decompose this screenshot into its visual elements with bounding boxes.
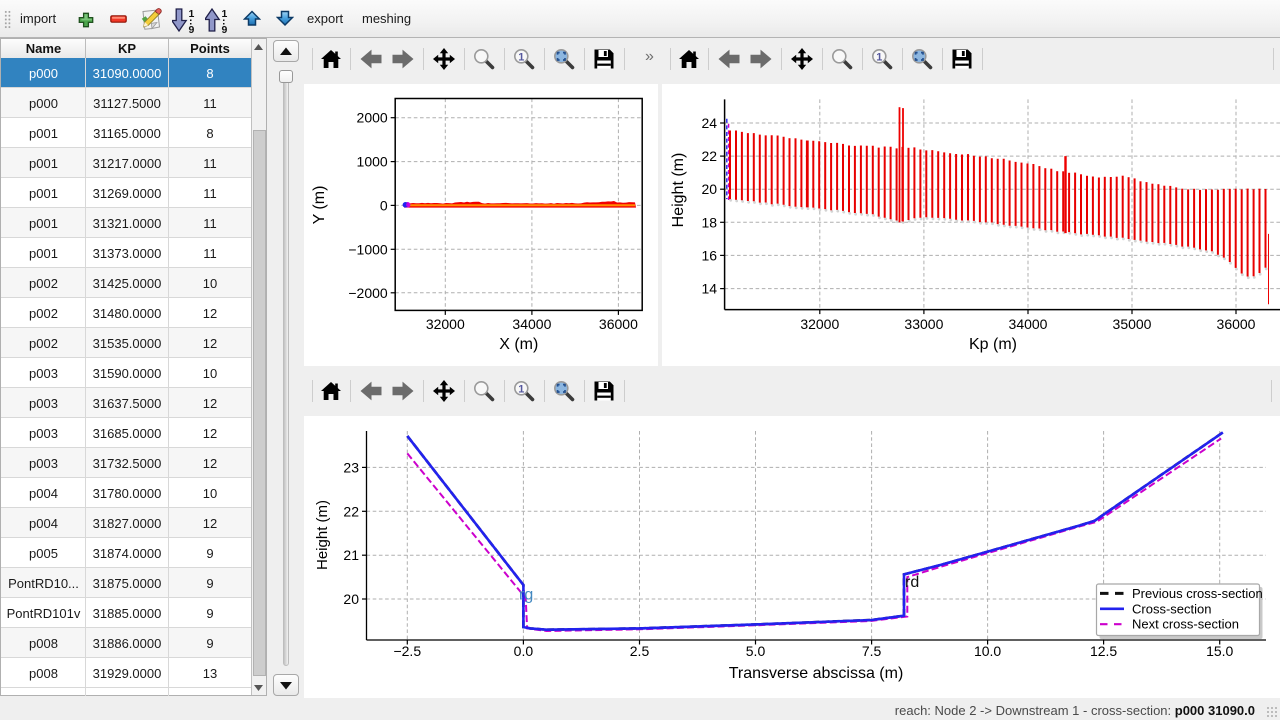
- svg-text:5.0: 5.0: [746, 643, 766, 659]
- svg-text:22: 22: [702, 148, 718, 164]
- svg-text:24: 24: [702, 115, 718, 131]
- svg-text:34000: 34000: [512, 316, 551, 332]
- svg-text:20: 20: [343, 591, 359, 607]
- svg-text:2.5: 2.5: [630, 643, 650, 659]
- svg-text:12.5: 12.5: [1090, 643, 1117, 659]
- svg-text:9: 9: [189, 24, 195, 34]
- svg-text:1: 1: [876, 52, 882, 64]
- svg-text:23: 23: [343, 459, 359, 475]
- svg-text:2000: 2000: [357, 110, 388, 126]
- svg-text:36000: 36000: [599, 316, 638, 332]
- svg-text:Previous cross-section: Previous cross-section: [1132, 586, 1263, 601]
- svg-text:35000: 35000: [1113, 316, 1152, 332]
- svg-text:Height (m): Height (m): [314, 500, 331, 570]
- svg-text:0: 0: [380, 197, 388, 213]
- svg-text:22: 22: [343, 503, 359, 519]
- svg-text:Y (m): Y (m): [311, 186, 328, 225]
- svg-text:Cross-section: Cross-section: [1132, 601, 1211, 616]
- svg-text:33000: 33000: [904, 316, 943, 332]
- svg-text:1: 1: [222, 8, 228, 20]
- svg-text:rg: rg: [519, 587, 533, 604]
- svg-text:Transverse abscissa (m): Transverse abscissa (m): [729, 665, 904, 682]
- svg-text:21: 21: [343, 547, 359, 563]
- svg-text:−1000: −1000: [348, 241, 388, 257]
- svg-text:7.5: 7.5: [862, 643, 882, 659]
- svg-text:−2.5: −2.5: [393, 643, 421, 659]
- svg-text:16: 16: [702, 247, 718, 263]
- svg-text:1: 1: [518, 384, 524, 396]
- svg-text:18: 18: [702, 214, 718, 230]
- svg-text:32000: 32000: [426, 316, 465, 332]
- svg-text:1: 1: [189, 8, 195, 20]
- svg-text:1: 1: [518, 52, 524, 64]
- svg-text:9: 9: [222, 24, 228, 34]
- svg-text:−2000: −2000: [348, 285, 388, 301]
- svg-text:32000: 32000: [800, 316, 839, 332]
- svg-text:36000: 36000: [1217, 316, 1256, 332]
- svg-text:Next cross-section: Next cross-section: [1132, 617, 1239, 632]
- svg-text:Kp (m): Kp (m): [969, 336, 1017, 353]
- svg-text:rd: rd: [905, 574, 919, 591]
- svg-text:20: 20: [702, 181, 718, 197]
- svg-text:14: 14: [702, 281, 718, 297]
- svg-text:10.0: 10.0: [974, 643, 1001, 659]
- svg-text:0.0: 0.0: [514, 643, 534, 659]
- svg-text:34000: 34000: [1009, 316, 1048, 332]
- svg-text:X (m): X (m): [499, 336, 538, 353]
- svg-text:15.0: 15.0: [1206, 643, 1233, 659]
- svg-text:1000: 1000: [357, 154, 388, 170]
- svg-text:Height (m): Height (m): [670, 153, 687, 228]
